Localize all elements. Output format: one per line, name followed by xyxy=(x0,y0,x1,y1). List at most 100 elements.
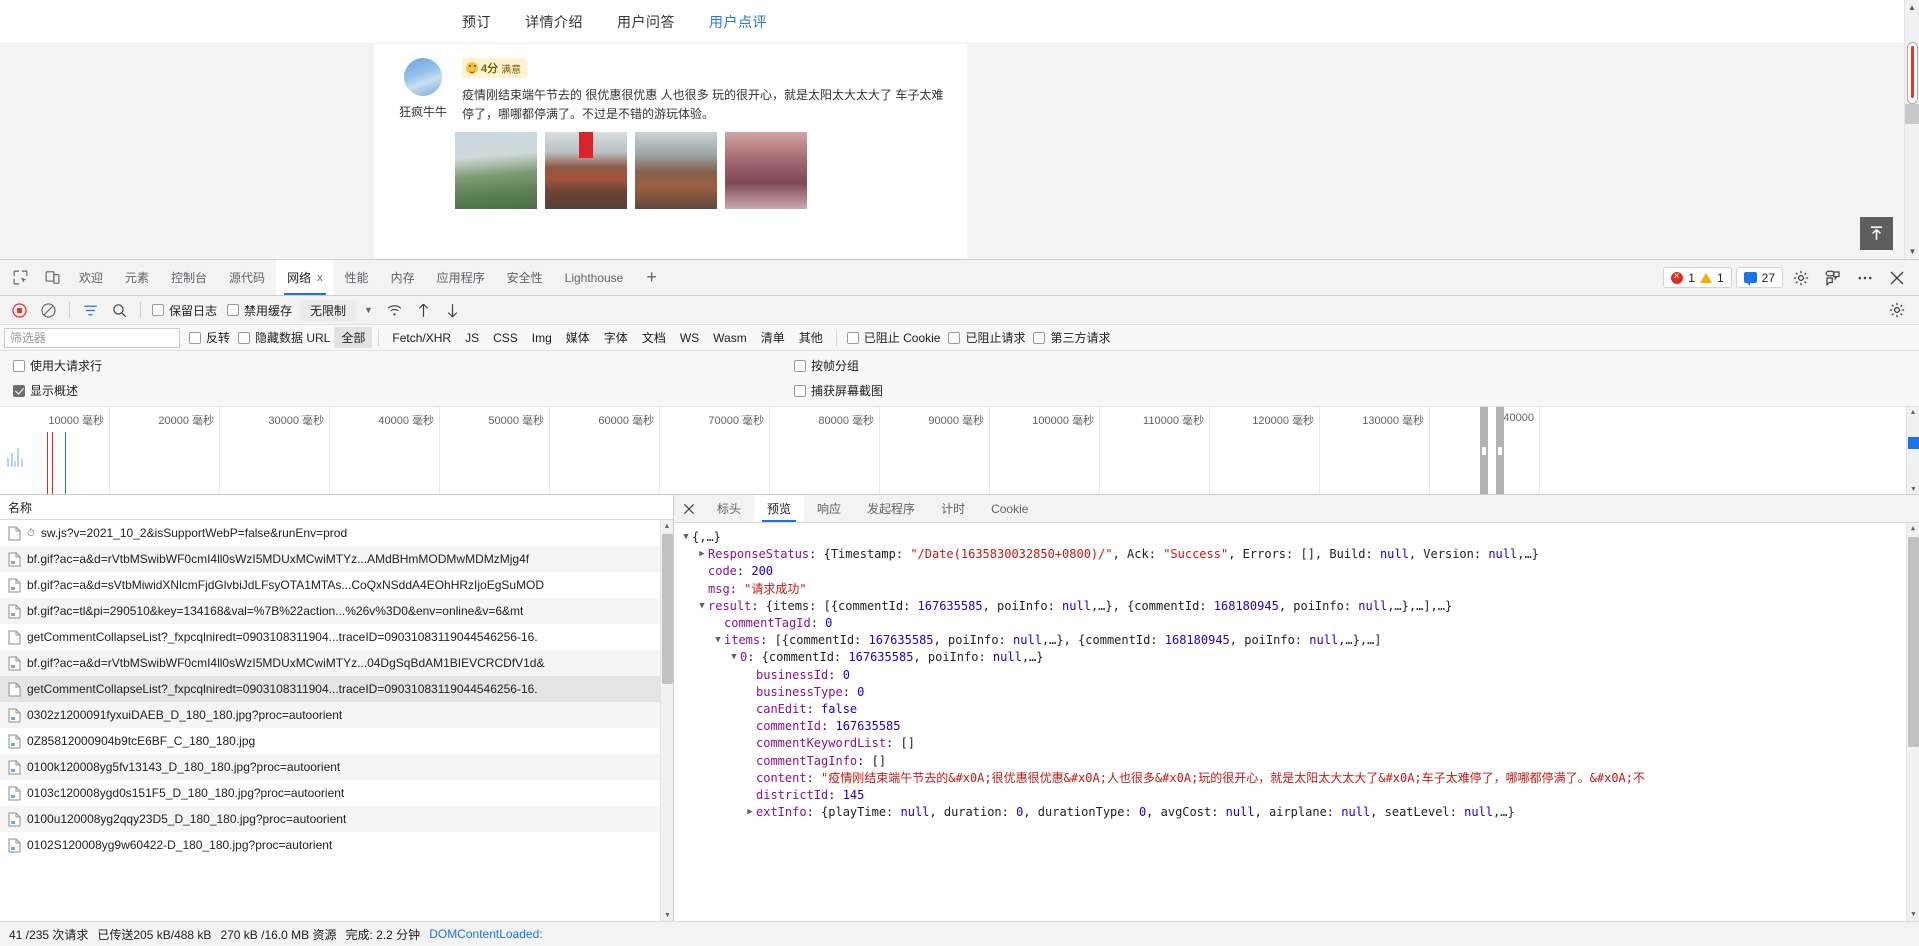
filter-type-media[interactable]: 媒体 xyxy=(559,327,597,348)
back-to-top-button[interactable] xyxy=(1860,217,1893,250)
messages-counter[interactable]: 27 xyxy=(1735,267,1783,288)
detail-tab-initiator[interactable]: 发起程序 xyxy=(854,495,928,522)
hide-data-urls-checkbox[interactable]: 隐藏数据 URL xyxy=(234,329,334,346)
group-by-frame-checkbox[interactable]: 按帧分组 xyxy=(790,357,863,374)
tab-security[interactable]: 安全性 xyxy=(496,260,554,295)
network-conditions-button[interactable] xyxy=(381,297,408,324)
table-row[interactable]: 0103c120008ygd0s151F5_D_180_180.jpg?proc… xyxy=(0,780,673,806)
devtools-feedback-button[interactable] xyxy=(1819,264,1847,292)
review-photo[interactable] xyxy=(635,132,717,210)
tab-close-icon[interactable]: x xyxy=(317,272,323,284)
json-disclosure-triangle-icon[interactable] xyxy=(728,649,740,666)
add-panel-button[interactable]: + xyxy=(634,260,669,295)
overview-selection-handle-right[interactable] xyxy=(1496,407,1504,494)
scrollbar-thumb[interactable] xyxy=(1907,42,1918,104)
scroll-down-arrow-icon[interactable]: ▼ xyxy=(1907,484,1919,494)
detail-tab-cookies[interactable]: Cookie xyxy=(978,495,1041,522)
page-tab-details[interactable]: 详情介绍 xyxy=(525,12,583,32)
filter-type-wasm[interactable]: Wasm xyxy=(706,329,754,347)
table-row[interactable]: getCommentCollapseList?_fxpcqlniredt=090… xyxy=(0,676,673,702)
filter-input[interactable]: 筛选器 xyxy=(4,327,180,348)
device-toolbar-button[interactable] xyxy=(36,260,68,295)
scroll-up-arrow-icon[interactable]: ▲ xyxy=(1907,407,1919,418)
table-row[interactable]: bf.gif?ac=tl&pi=290510&key=134168&val=%7… xyxy=(0,598,673,624)
disable-cache-checkbox[interactable]: 禁用缓存 xyxy=(223,302,296,319)
filter-type-doc[interactable]: 文档 xyxy=(635,327,673,348)
filter-type-manifest[interactable]: 清单 xyxy=(754,327,792,348)
tab-welcome[interactable]: 欢迎 xyxy=(68,260,114,295)
tab-console[interactable]: 控制台 xyxy=(160,260,218,295)
json-disclosure-triangle-icon[interactable] xyxy=(712,632,724,649)
third-party-checkbox[interactable]: 第三方请求 xyxy=(1029,329,1114,346)
devtools-settings-button[interactable] xyxy=(1787,264,1815,292)
request-list-scrollbar-thumb[interactable] xyxy=(662,534,673,684)
detail-tab-timing[interactable]: 计时 xyxy=(928,495,978,522)
table-row[interactable]: bf.gif?ac=a&d=rVtbMSwibWF0cmI4ll0sWzI5MD… xyxy=(0,546,673,572)
network-settings-button[interactable] xyxy=(1886,297,1913,324)
scroll-down-arrow-icon[interactable]: ▼ xyxy=(661,909,673,921)
json-scrollbar[interactable]: ▲ ▼ xyxy=(1906,523,1919,921)
scroll-up-arrow-icon[interactable]: ▲ xyxy=(1905,0,1919,15)
table-row[interactable]: 0102S120008yg9w60422-D_180_180.jpg?proc=… xyxy=(0,832,673,858)
json-disclosure-triangle-icon[interactable] xyxy=(680,529,692,546)
tab-memory[interactable]: 内存 xyxy=(380,260,426,295)
table-row[interactable]: bf.gif?ac=a&d=rVtbMSwibWF0cmI4ll0sWzI5MD… xyxy=(0,650,673,676)
tab-sources[interactable]: 源代码 xyxy=(218,260,276,295)
blocked-cookies-checkbox[interactable]: 已阻止 Cookie xyxy=(843,329,945,346)
page-tab-reviews[interactable]: 用户点评 xyxy=(709,12,767,32)
chevron-down-icon[interactable]: ▼ xyxy=(358,305,379,315)
devtools-more-button[interactable] xyxy=(1851,264,1879,292)
table-row[interactable]: getCommentCollapseList?_fxpcqlniredt=090… xyxy=(0,624,673,650)
tab-lighthouse[interactable]: Lighthouse xyxy=(554,260,635,295)
json-scrollbar-thumb[interactable] xyxy=(1908,537,1919,747)
table-row[interactable]: bf.gif?ac=a&d=sVtbMiwidXNlcmFjdGlvbiJdLF… xyxy=(0,572,673,598)
tab-elements[interactable]: 元素 xyxy=(114,260,160,295)
filter-type-font[interactable]: 字体 xyxy=(597,327,635,348)
detail-tab-response[interactable]: 响应 xyxy=(804,495,854,522)
big-request-rows-checkbox[interactable]: 使用大请求行 xyxy=(9,357,106,374)
tab-performance[interactable]: 性能 xyxy=(334,260,380,295)
overview-selection-handle-left[interactable] xyxy=(1480,407,1488,494)
scroll-up-arrow-icon[interactable]: ▲ xyxy=(1907,523,1919,535)
import-har-button[interactable] xyxy=(410,297,437,324)
inspect-element-button[interactable] xyxy=(4,260,36,295)
detail-tab-headers[interactable]: 标头 xyxy=(704,495,754,522)
show-overview-checkbox[interactable]: 显示概述 xyxy=(9,382,82,399)
devtools-close-button[interactable] xyxy=(1883,264,1911,292)
filter-type-css[interactable]: CSS xyxy=(486,329,525,347)
review-photo[interactable] xyxy=(545,132,627,210)
json-disclosure-triangle-icon[interactable] xyxy=(696,598,708,615)
table-row[interactable]: 0302z1200091fyxuiDAEB_D_180_180.jpg?proc… xyxy=(0,702,673,728)
filter-type-img[interactable]: Img xyxy=(525,329,559,347)
record-button[interactable] xyxy=(6,297,33,324)
json-preview-viewer[interactable]: {,…} ResponseStatus: {Timestamp: "/Date(1… xyxy=(674,523,1919,921)
request-list-header[interactable]: 名称 xyxy=(0,495,673,520)
search-button[interactable] xyxy=(106,297,133,324)
filter-type-fetch-xhr[interactable]: Fetch/XHR xyxy=(385,329,458,347)
page-tab-booking[interactable]: 预订 xyxy=(462,12,491,32)
scrollbar-secondary-thumb[interactable] xyxy=(1905,104,1919,124)
scroll-down-arrow-icon[interactable]: ▼ xyxy=(1907,909,1919,921)
review-photo[interactable] xyxy=(455,132,537,210)
issues-counter[interactable]: 1 1 xyxy=(1663,267,1732,288)
filter-type-all[interactable]: 全部 xyxy=(334,327,373,348)
page-scrollbar[interactable]: ▲ ▼ xyxy=(1904,0,1919,259)
export-har-button[interactable] xyxy=(439,297,466,324)
invert-checkbox[interactable]: 反转 xyxy=(185,329,234,346)
table-row[interactable]: 0100k120008yg5fv13143_D_180_180.jpg?proc… xyxy=(0,754,673,780)
throttling-select[interactable]: 无限制 xyxy=(300,299,357,321)
table-row[interactable]: 0100u120008yg2qqy23D5_D_180_180.jpg?proc… xyxy=(0,806,673,832)
detail-close-button[interactable] xyxy=(674,495,704,522)
review-photo[interactable] xyxy=(725,132,807,210)
overview-scrollbar[interactable]: ▲ ▼ xyxy=(1906,407,1919,494)
clear-button[interactable] xyxy=(35,297,62,324)
json-disclosure-triangle-icon[interactable] xyxy=(696,546,708,563)
overview-scrollbar-thumb[interactable] xyxy=(1908,437,1919,449)
preserve-log-checkbox[interactable]: 保留日志 xyxy=(148,302,221,319)
request-list[interactable]: ⏱ sw.js?v=2021_10_2&isSupportWebP=false&… xyxy=(0,520,673,921)
scroll-up-arrow-icon[interactable]: ▲ xyxy=(661,520,673,532)
page-tab-qa[interactable]: 用户问答 xyxy=(617,12,675,32)
filter-toggle-button[interactable] xyxy=(77,297,104,324)
filter-type-js[interactable]: JS xyxy=(458,329,486,347)
filter-type-ws[interactable]: WS xyxy=(673,329,706,347)
